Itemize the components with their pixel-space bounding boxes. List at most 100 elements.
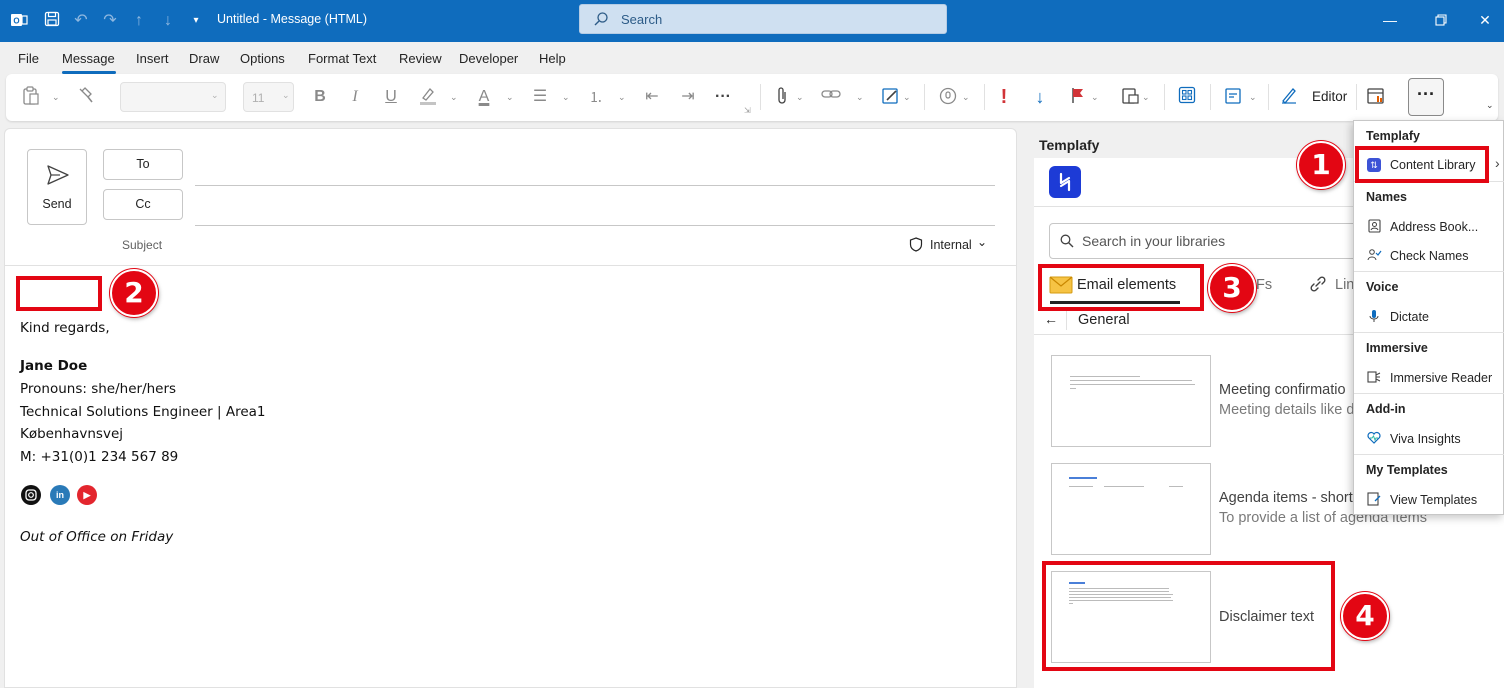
signature-icon[interactable] bbox=[879, 86, 903, 108]
apps-icon[interactable] bbox=[1176, 86, 1198, 108]
tab-pdfs[interactable]: Fs bbox=[1256, 277, 1272, 293]
font-size-select[interactable]: 11 ⌄ bbox=[243, 82, 294, 112]
flag-caret-icon[interactable]: ⌄ bbox=[1091, 86, 1099, 108]
tab-developer[interactable]: Developer bbox=[459, 51, 518, 66]
paste-caret-icon[interactable]: ⌄ bbox=[52, 86, 60, 108]
tab-file[interactable]: File bbox=[18, 51, 39, 66]
undo-icon[interactable]: ↶ bbox=[71, 11, 91, 31]
dictate-caret-icon[interactable]: ⌄ bbox=[962, 86, 970, 108]
editor-icon[interactable] bbox=[1278, 86, 1300, 108]
to-field[interactable] bbox=[195, 185, 995, 186]
cc-field[interactable] bbox=[195, 225, 995, 226]
menu-item-address-book[interactable]: Address Book... bbox=[1390, 220, 1478, 234]
attach-caret-icon[interactable]: ⌄ bbox=[796, 86, 804, 108]
templates-caret-icon[interactable]: ⌄ bbox=[1249, 86, 1257, 108]
tab-format-text[interactable]: Format Text bbox=[308, 51, 376, 66]
menu-item-check-names[interactable]: Check Names bbox=[1390, 249, 1469, 263]
link-tab-icon bbox=[1309, 275, 1327, 296]
cc-button[interactable]: Cc bbox=[103, 189, 183, 220]
tab-links[interactable]: Lin bbox=[1335, 277, 1354, 293]
font-color-icon[interactable]: A bbox=[472, 86, 496, 108]
link-caret-icon[interactable]: ⌄ bbox=[856, 86, 864, 108]
callout-badge: 4 bbox=[1341, 592, 1389, 640]
tab-insert[interactable]: Insert bbox=[136, 51, 169, 66]
menu-item-immersive-reader[interactable]: Immersive Reader bbox=[1390, 371, 1492, 385]
more-commands-button[interactable]: ··· bbox=[1408, 78, 1444, 116]
more-formatting-icon[interactable]: ··· bbox=[710, 86, 736, 108]
linkedin-icon[interactable]: in bbox=[50, 485, 70, 505]
bullets-caret-icon[interactable]: ⌄ bbox=[562, 86, 570, 108]
font-color-caret-icon[interactable]: ⌄ bbox=[506, 86, 514, 108]
close-icon[interactable]: ✕ bbox=[1471, 8, 1499, 32]
callout-box-insert-point bbox=[16, 276, 102, 311]
italic-icon[interactable]: I bbox=[345, 86, 365, 108]
card-title[interactable]: Meeting confirmatio bbox=[1219, 382, 1346, 398]
customize-toolbar-icon[interactable]: ▾ bbox=[186, 11, 206, 31]
crumb-separator bbox=[1066, 308, 1067, 330]
redo-icon[interactable]: ↷ bbox=[100, 11, 120, 31]
library-search-input[interactable]: Search in your libraries bbox=[1049, 223, 1379, 259]
submenu-chevron-icon[interactable]: › bbox=[1495, 155, 1500, 171]
bold-icon[interactable]: B bbox=[310, 86, 330, 108]
numbering-caret-icon[interactable]: ⌄ bbox=[618, 86, 626, 108]
to-button[interactable]: To bbox=[103, 149, 183, 180]
address-book-icon bbox=[1367, 219, 1381, 233]
restore-icon[interactable] bbox=[1427, 8, 1455, 32]
save-icon[interactable] bbox=[42, 11, 62, 31]
sensitivity-caret-icon[interactable]: ⌄ bbox=[1142, 86, 1150, 108]
dictate-ribbon-icon[interactable] bbox=[936, 86, 960, 108]
out-of-office-line: Out of Office on Friday bbox=[20, 529, 174, 545]
format-painter-icon[interactable] bbox=[76, 86, 96, 108]
ribbon-separator bbox=[984, 84, 985, 110]
decrease-indent-icon[interactable]: ⇤ bbox=[640, 86, 664, 108]
search-box[interactable]: Search bbox=[579, 4, 947, 34]
card-thumbnail[interactable] bbox=[1051, 463, 1211, 555]
attach-file-icon[interactable] bbox=[772, 86, 792, 108]
signature-caret-icon[interactable]: ⌄ bbox=[903, 86, 911, 108]
underline-icon[interactable]: U bbox=[381, 86, 401, 108]
menu-item-viva-insights[interactable]: Viva Insights bbox=[1390, 432, 1461, 446]
highlight-icon[interactable] bbox=[416, 86, 440, 108]
high-importance-icon[interactable]: ! bbox=[996, 86, 1012, 108]
menu-separator bbox=[1354, 454, 1504, 455]
editor-label[interactable]: Editor bbox=[1312, 89, 1347, 104]
tab-draw[interactable]: Draw bbox=[189, 51, 219, 66]
menu-section-voice: Voice bbox=[1366, 280, 1399, 294]
search-label: Search bbox=[621, 12, 663, 27]
templates-icon[interactable] bbox=[1222, 86, 1246, 108]
dialog-launcher-icon[interactable]: ⇲ bbox=[744, 106, 751, 115]
sensitivity-icon[interactable] bbox=[1118, 86, 1142, 108]
previous-item-icon[interactable]: ↑ bbox=[129, 11, 149, 31]
send-button[interactable]: Send bbox=[27, 149, 87, 225]
tab-message[interactable]: Message bbox=[62, 51, 115, 66]
increase-indent-icon[interactable]: ⇥ bbox=[676, 86, 700, 108]
menu-item-dictate[interactable]: Dictate bbox=[1390, 310, 1429, 324]
minimize-icon[interactable]: — bbox=[1376, 8, 1404, 32]
ribbon: ⌄ ⌄ 11 ⌄ B I U ⌄ A ⌄ ☰ ⌄ ⒈ ⌄ ⇤ ⇥ ··· ⇲ ⌄ bbox=[6, 74, 1498, 121]
font-name-select[interactable]: ⌄ bbox=[120, 82, 226, 112]
ribbon-collapse-icon[interactable]: ⌄ bbox=[1486, 94, 1494, 116]
card-title[interactable]: Agenda items - short bbox=[1219, 490, 1353, 506]
card-thumbnail[interactable] bbox=[1051, 355, 1211, 447]
signature-street: Københavnsvej bbox=[20, 426, 123, 442]
low-importance-icon[interactable]: ↓ bbox=[1030, 86, 1050, 108]
follow-up-flag-icon[interactable] bbox=[1068, 86, 1088, 108]
templafy-logo-icon bbox=[1049, 166, 1081, 198]
link-icon[interactable] bbox=[819, 86, 843, 108]
instagram-icon[interactable] bbox=[21, 485, 41, 505]
send-icon bbox=[46, 164, 70, 189]
bullets-icon[interactable]: ☰ bbox=[528, 86, 552, 108]
menu-section-add-in: Add-in bbox=[1366, 402, 1406, 416]
tab-options[interactable]: Options bbox=[240, 51, 285, 66]
sensitivity-label: Internal bbox=[930, 238, 972, 252]
paste-icon[interactable] bbox=[20, 86, 42, 108]
youtube-icon[interactable]: ▶ bbox=[77, 485, 97, 505]
menu-item-view-templates[interactable]: View Templates bbox=[1390, 493, 1477, 507]
next-item-icon[interactable]: ↓ bbox=[158, 11, 178, 31]
highlight-caret-icon[interactable]: ⌄ bbox=[450, 86, 458, 108]
numbering-icon[interactable]: ⒈ bbox=[584, 86, 608, 108]
back-arrow-icon[interactable]: ← bbox=[1044, 311, 1058, 327]
scheduling-poll-icon[interactable] bbox=[1364, 86, 1388, 108]
tab-review[interactable]: Review bbox=[399, 51, 442, 66]
tab-help[interactable]: Help bbox=[539, 51, 566, 66]
